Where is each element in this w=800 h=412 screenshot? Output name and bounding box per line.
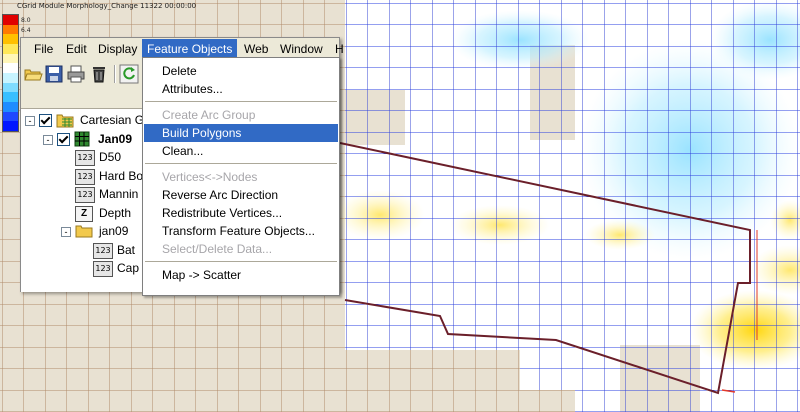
visibility-checkbox[interactable] xyxy=(57,132,70,146)
legend-value: 6.4 xyxy=(21,27,31,34)
window-title: CGrid Module Morphology_Change 11322 00:… xyxy=(17,2,197,10)
legend-swatch xyxy=(3,15,18,26)
collapse-icon[interactable]: - xyxy=(25,116,35,126)
menu-item-transform-feature-objects[interactable]: Transform Feature Objects... xyxy=(144,222,338,240)
grid-folder-icon xyxy=(56,114,74,128)
tree-item-label: Jan09 xyxy=(98,131,133,146)
menu-item-create-arc-group: Create Arc Group xyxy=(162,108,256,122)
delete-icon[interactable] xyxy=(89,64,109,84)
legend-swatch xyxy=(3,82,18,93)
tree-item-label: Cap xyxy=(117,261,140,275)
dataset-icon: 123 xyxy=(75,168,95,185)
menu-separator xyxy=(145,261,337,262)
legend-swatch xyxy=(3,53,18,64)
menu-item-attributes[interactable]: Attributes... xyxy=(144,80,338,98)
tree-item-label: jan09 xyxy=(99,224,129,238)
tree-item-label: Mannin xyxy=(99,187,139,201)
dataset-icon: 123 xyxy=(93,242,113,259)
menu-feature-objects[interactable]: Feature Objects xyxy=(142,39,238,59)
legend-swatch xyxy=(3,121,18,132)
tree-item-label: Bat xyxy=(117,242,136,257)
open-icon[interactable] xyxy=(23,64,43,84)
menu-edit[interactable]: Edit xyxy=(61,39,92,59)
menu-item-clean[interactable]: Clean... xyxy=(144,142,338,160)
tree-item-label: Depth xyxy=(99,205,132,220)
grid-icon xyxy=(74,131,90,146)
menu-h[interactable]: H xyxy=(330,39,349,59)
legend-value: 8.0 xyxy=(21,17,31,24)
visibility-checkbox[interactable] xyxy=(39,114,52,127)
feature-objects-menu: Delete Attributes... Create Arc Group Build… xyxy=(142,57,340,296)
menu-display[interactable]: Display xyxy=(93,39,142,59)
collapse-icon[interactable]: - xyxy=(43,134,53,145)
elevation-icon: Z xyxy=(75,205,93,222)
dataset-icon: 123 xyxy=(75,150,95,166)
legend-swatch xyxy=(3,111,18,122)
menu-item-map-scatter[interactable]: Map -> Scatter xyxy=(144,266,338,284)
legend-swatch xyxy=(3,92,18,103)
print-icon[interactable] xyxy=(66,64,86,84)
menu-separator xyxy=(145,163,337,164)
legend-swatch xyxy=(3,102,18,113)
dataset-icon: 123 xyxy=(75,187,95,203)
legend-swatch xyxy=(3,24,18,35)
menu-item-delete[interactable]: Delete xyxy=(144,62,338,80)
save-icon[interactable] xyxy=(44,64,64,84)
toolbar-separator xyxy=(114,65,116,83)
tree-item-label: Hard Bo xyxy=(99,168,144,183)
legend-swatch xyxy=(3,44,18,55)
menu-item-select-delete-data: Select/Delete Data... xyxy=(162,242,273,256)
menu-item-vertices-nodes: Vertices<->Nodes xyxy=(162,170,258,184)
legend-swatch xyxy=(3,73,18,84)
collapse-icon[interactable]: - xyxy=(61,227,71,237)
legend-swatch xyxy=(3,63,18,74)
menu-window[interactable]: Window xyxy=(275,39,328,59)
menu-item-redistribute-vertices[interactable]: Redistribute Vertices... xyxy=(144,204,338,222)
map-viewport[interactable]: CGrid Module Morphology_Change 11322 00:… xyxy=(0,0,800,412)
menu-item-reverse-arc-direction[interactable]: Reverse Arc Direction xyxy=(144,186,338,204)
tree-item-label: Cartesian Gr xyxy=(80,113,149,127)
menu-separator xyxy=(145,101,337,102)
legend-swatch xyxy=(3,34,18,45)
tree-item-label: D50 xyxy=(99,150,122,164)
menu-item-build-polygons[interactable]: Build Polygons xyxy=(144,124,338,142)
dataset-icon: 123 xyxy=(93,261,113,277)
menu-file[interactable]: File xyxy=(29,39,58,59)
menu-web[interactable]: Web xyxy=(239,39,273,59)
folder-icon xyxy=(75,225,93,238)
refresh-icon[interactable] xyxy=(119,64,139,84)
color-legend: 8.0 6.4 xyxy=(2,14,31,132)
